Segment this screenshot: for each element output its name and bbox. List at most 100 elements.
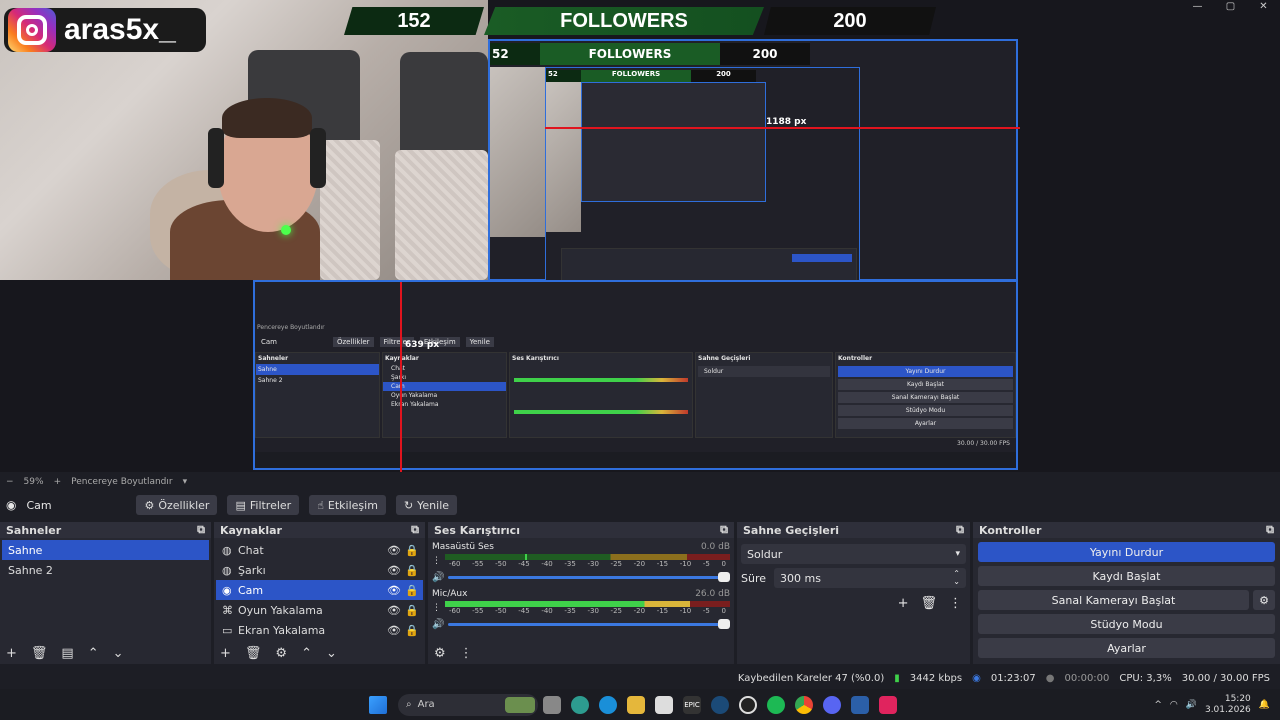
- nested-zoom-row: Pencereye Boyutlandır: [257, 324, 325, 331]
- source-item[interactable]: ◉ Cam 👁 🔒: [216, 580, 423, 600]
- obs-icon[interactable]: [739, 695, 757, 714]
- audio-mixer-dock: Ses Karıştırıcı ⧉ Masaüstü Ses 0.0 dB ⋮ -…: [428, 522, 734, 664]
- source-label: Chat: [238, 543, 264, 557]
- menu-dots-icon[interactable]: ⋮: [432, 556, 441, 566]
- maximize-button[interactable]: ▢: [1214, 0, 1247, 14]
- trash-icon[interactable]: 🗑: [920, 596, 937, 611]
- add-source-icon[interactable]: +: [220, 646, 231, 661]
- menu-dots-icon[interactable]: ⋮: [949, 596, 962, 611]
- record-icon: ●: [1045, 672, 1055, 684]
- studio-mode-button[interactable]: Stüdyo Modu: [978, 614, 1275, 634]
- source-item[interactable]: ◍ Şarkı 👁 🔒: [216, 560, 423, 580]
- menu-dots-icon[interactable]: ⋮: [460, 646, 473, 661]
- dock-undock-icon[interactable]: ⧉: [411, 523, 419, 537]
- meter-peak-marker: [524, 554, 527, 560]
- windows-start-icon[interactable]: [369, 695, 387, 714]
- eye-icon[interactable]: 👁: [387, 624, 405, 637]
- lock-icon[interactable]: 🔒: [405, 624, 423, 637]
- menu-dots-icon[interactable]: ⋮: [432, 603, 441, 613]
- eye-icon[interactable]: 👁: [387, 584, 405, 597]
- dock-undock-icon[interactable]: ⧉: [1266, 523, 1274, 537]
- controls-dock: Kontroller ⧉ Yayını Durdur Kaydı Başlat S…: [973, 522, 1280, 664]
- lock-icon[interactable]: 🔒: [405, 584, 423, 597]
- app-icon[interactable]: [851, 695, 869, 714]
- chevron-down-icon[interactable]: ⌄: [113, 646, 124, 661]
- task-view-icon[interactable]: [543, 695, 561, 714]
- clock[interactable]: 15:20 3.01.2026: [1205, 694, 1251, 716]
- bed: [320, 140, 380, 280]
- minimize-button[interactable]: —: [1181, 0, 1214, 14]
- stop-stream-button[interactable]: Yayını Durdur: [978, 542, 1275, 562]
- clock-time: 15:20: [1224, 693, 1251, 704]
- discord-icon[interactable]: [823, 695, 841, 714]
- eye-icon[interactable]: 👁: [387, 544, 405, 557]
- transition-select[interactable]: Soldur ▾: [741, 544, 966, 564]
- eye-icon[interactable]: 👁: [387, 604, 405, 617]
- close-button[interactable]: ✕: [1247, 0, 1280, 14]
- speaker-icon[interactable]: 🔊: [432, 572, 444, 583]
- edge-icon[interactable]: [599, 695, 617, 714]
- source-label: Cam: [238, 583, 264, 597]
- chevron-down-icon[interactable]: ▾: [183, 477, 188, 487]
- eye-icon[interactable]: 👁: [387, 564, 405, 577]
- speaker-icon[interactable]: 🔊: [432, 619, 444, 630]
- zoom-out-button[interactable]: −: [6, 477, 14, 487]
- source-item[interactable]: ⌘ Oyun Yakalama 👁 🔒: [216, 600, 423, 620]
- scene-item[interactable]: Sahne: [2, 540, 209, 560]
- source-item[interactable]: ▭ Ekran Yakalama 👁 🔒: [216, 620, 423, 640]
- chevron-up-icon[interactable]: ⌃: [301, 646, 312, 661]
- browser-icon: ◍: [222, 543, 232, 557]
- trash-icon[interactable]: 🗑: [245, 646, 262, 661]
- slider-knob[interactable]: [718, 572, 730, 582]
- dock-undock-icon[interactable]: ⧉: [720, 523, 728, 537]
- lock-icon[interactable]: 🔒: [405, 564, 423, 577]
- gear-icon[interactable]: ⚙: [434, 646, 446, 661]
- gear-icon[interactable]: ⚙: [1253, 590, 1275, 610]
- fps: 30.00 / 30.00 FPS: [1181, 672, 1270, 684]
- scenes-dock: Sahneler ⧉ Sahne Sahne 2 + 🗑 ▤ ⌃ ⌄: [0, 522, 211, 664]
- source-item[interactable]: ◍ Chat 👁 🔒: [216, 540, 423, 560]
- properties-button[interactable]: ⚙ Özellikler: [136, 495, 218, 515]
- store-icon[interactable]: [655, 695, 673, 714]
- refresh-button[interactable]: ↻ Yenile: [395, 495, 458, 515]
- interact-button[interactable]: ☝ Etkileşim: [309, 495, 386, 515]
- scene-item[interactable]: Sahne 2: [2, 560, 209, 580]
- add-transition-icon[interactable]: +: [898, 596, 909, 611]
- duration-input[interactable]: 300 ms ⌃ ⌄: [774, 568, 966, 588]
- trash-icon[interactable]: 🗑: [31, 646, 48, 661]
- signal-icon: ▮: [894, 672, 900, 684]
- filter-icon[interactable]: ▤: [61, 646, 73, 661]
- volume-slider[interactable]: [448, 572, 730, 582]
- volume-icon[interactable]: 🔊: [1186, 700, 1197, 710]
- wifi-icon[interactable]: ◠: [1170, 700, 1178, 710]
- nested-stop-stream: Yayını Durdur: [838, 366, 1013, 377]
- zoom-mode-select[interactable]: Pencereye Boyutlandır: [71, 477, 172, 487]
- zoom-in-button[interactable]: +: [54, 477, 62, 487]
- dock-undock-icon[interactable]: ⧉: [956, 523, 964, 537]
- program-preview[interactable]: aras5x_ 152 FOLLOWERS 200 52 FOLLOWERS 2…: [0, 0, 1280, 472]
- start-record-button[interactable]: Kaydı Başlat: [978, 566, 1275, 586]
- copilot-icon[interactable]: [571, 695, 589, 714]
- settings-button[interactable]: Ayarlar: [978, 638, 1275, 658]
- epic-games-icon[interactable]: EPIC: [683, 695, 701, 714]
- dock-undock-icon[interactable]: ⧉: [197, 523, 205, 537]
- spotify-icon[interactable]: [767, 695, 785, 714]
- search-box[interactable]: ⌕ Ara: [398, 693, 538, 716]
- steam-icon[interactable]: [711, 695, 729, 714]
- tray-caret-icon[interactable]: ^: [1154, 700, 1162, 710]
- lock-icon[interactable]: 🔒: [405, 604, 423, 617]
- virtual-cam-button[interactable]: Sanal Kamerayı Başlat: [978, 590, 1249, 610]
- add-scene-icon[interactable]: +: [6, 646, 17, 661]
- slider-knob[interactable]: [718, 619, 730, 629]
- chevron-up-icon[interactable]: ⌃: [88, 646, 99, 661]
- filters-button[interactable]: ▤ Filtreler: [227, 495, 300, 515]
- file-explorer-icon[interactable]: [627, 695, 645, 714]
- chevron-down-icon[interactable]: ⌄: [326, 646, 337, 661]
- notification-bell-icon[interactable]: 🔔: [1259, 700, 1270, 710]
- tiktok-icon[interactable]: [879, 695, 897, 714]
- gear-icon[interactable]: ⚙: [275, 646, 287, 661]
- chrome-icon[interactable]: [795, 695, 813, 714]
- lock-icon[interactable]: 🔒: [405, 544, 423, 557]
- spinner-icon[interactable]: ⌃ ⌄: [953, 570, 960, 586]
- volume-slider[interactable]: [448, 619, 730, 629]
